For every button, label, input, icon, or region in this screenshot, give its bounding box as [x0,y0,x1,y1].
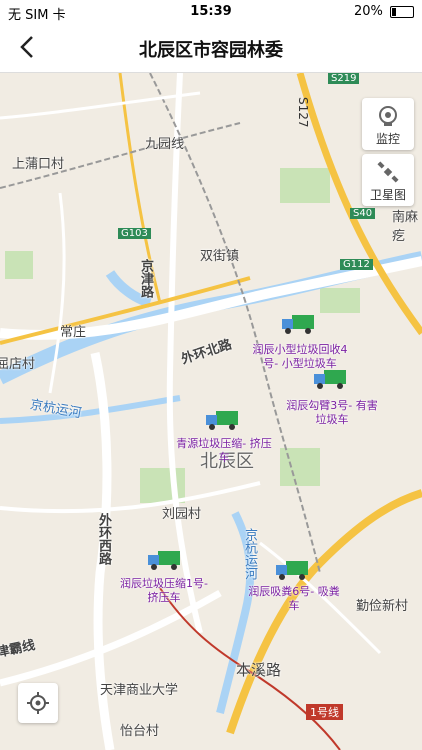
place-label-line1: 1号线 [306,704,343,720]
camera-icon [379,106,397,126]
vehicle-label[interactable]: 润辰吸粪6号- 吸粪车 [246,585,342,613]
truck-icon[interactable] [280,313,316,335]
page-title: 北辰区市容园林委 [139,40,283,61]
road-badge-s40: S40 [350,208,376,219]
battery-icon [390,5,414,18]
locate-button[interactable] [18,683,58,723]
place-label-shangye: 天津商业大学 [100,683,179,698]
map-view[interactable]: S219 S127 S40 G112 G103 九园线 上蒲口村 南麻疙 双街镇… [0,73,422,750]
truck-icon[interactable] [312,368,348,390]
monitor-button[interactable]: 监控 [362,98,414,150]
locate-icon [27,692,49,714]
place-label-changzhuang: 常庄 [60,325,87,340]
vehicle-label[interactable]: 润辰小型垃圾回收4号- 小型垃圾车 [252,343,348,371]
nav-bar: 北辰区市容园林委 [0,24,422,73]
vehicle-label[interactable]: 青源垃圾压缩- 挤压车 [176,437,272,465]
road-badge-g103: G103 [118,228,151,239]
battery-indicator: 20% [354,4,414,19]
road-badge-s219: S219 [328,73,360,84]
vehicle-label[interactable]: 润辰垃圾压缩1号- 挤压车 [116,577,212,605]
place-label-jiuyuan: 九园线 [145,137,185,152]
vehicle-label[interactable]: 润辰勾臂3号- 有害垃圾车 [284,399,380,427]
place-label-dianzhuang: 屈店村 [0,357,36,372]
place-label-liuyuan: 刘园村 [162,507,202,522]
truck-icon[interactable] [146,549,182,571]
place-label-shangpukou: 上蒲口村 [12,157,65,172]
truck-icon[interactable] [274,559,310,581]
satellite-icon [377,161,399,183]
truck-icon[interactable] [204,409,240,431]
place-label-qinfa: 勤俭新村 [356,599,409,614]
status-bar: 无 SIM 卡 15:39 20% [0,0,422,24]
monitor-label: 监控 [375,132,400,146]
place-label-jinjin: 京津路 [138,259,153,298]
road-badge-s127: S127 [296,97,310,128]
battery-percent: 20% [353,4,383,19]
place-label-waihuan-west: 外环西路 [96,513,111,565]
road-badge-g112: G112 [340,259,373,270]
place-label-nanma: 南麻疙 [392,210,419,244]
place-label-benxi: 本溪路 [236,661,282,679]
place-label-yitai: 怡台村 [120,724,160,739]
satellite-button[interactable]: 卫星图 [362,154,414,206]
place-label-shuangjie: 双街镇 [200,249,240,264]
satellite-label: 卫星图 [369,188,406,202]
place-label-jinghang-south: 京杭运河 [242,528,257,580]
